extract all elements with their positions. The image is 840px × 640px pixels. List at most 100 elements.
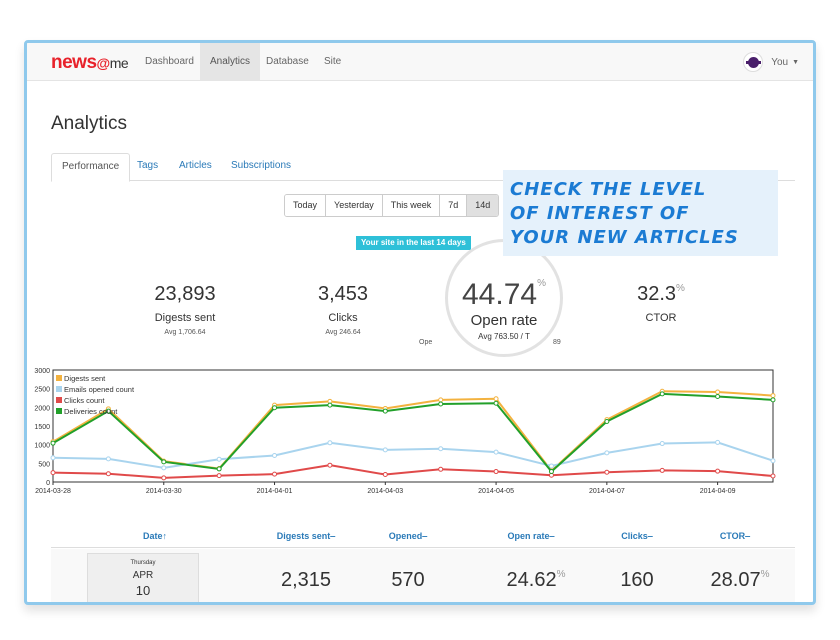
data-point [493, 396, 499, 402]
sort-neutral-icon: ‒ [330, 531, 336, 541]
data-point [272, 405, 278, 411]
sort-neutral-icon: ‒ [745, 531, 751, 541]
nav-site[interactable]: Site [314, 43, 351, 81]
user-name: You [771, 56, 789, 68]
range-yesterday-button[interactable]: Yesterday [326, 195, 383, 216]
x-tick-label: 2014-04-09 [700, 488, 736, 495]
nav-database[interactable]: Database [256, 43, 319, 81]
y-tick-label: 1000 [34, 443, 50, 450]
row-day: Thursday [130, 560, 156, 566]
callout-line-1: Check the level [510, 179, 707, 200]
data-point [382, 408, 388, 414]
table-row: Thursday APR 10 2,315 570 24.62% 160 28.… [51, 549, 795, 602]
th-digests-label: Digests sent [276, 531, 331, 541]
data-point [438, 466, 444, 472]
data-point [770, 473, 776, 479]
th-ctor[interactable]: CTOR‒ [705, 531, 765, 541]
feature-callout: Check the level of interest of your new … [503, 170, 778, 256]
th-date-label: Date [142, 531, 163, 541]
tab-articles[interactable]: Articles [169, 153, 222, 181]
legend-swatch [56, 386, 62, 392]
user-menu[interactable]: You ▼ [743, 51, 799, 73]
row-ctor-wrap: 28.07% [695, 569, 785, 592]
tab-tags[interactable]: Tags [127, 153, 168, 181]
th-clicks[interactable]: Clicks‒ [607, 531, 667, 541]
data-point [770, 393, 776, 399]
data-point [105, 456, 111, 462]
data-point [604, 419, 610, 425]
x-tick-label: 2014-03-30 [146, 488, 182, 495]
range-this-week-button[interactable]: This week [382, 195, 441, 216]
data-point [659, 467, 665, 473]
th-open-rate-label: Open rate [507, 531, 550, 541]
data-point [272, 471, 278, 477]
top-navbar: news@me Dashboard Analytics Database Sit… [27, 43, 813, 81]
sort-up-icon: ↑ [162, 531, 168, 541]
kpi-open-sub-left: Ope [419, 339, 433, 346]
data-point [493, 469, 499, 475]
data-point [216, 456, 222, 462]
row-month: APR [132, 570, 154, 581]
y-tick-label: 0 [46, 480, 50, 487]
y-tick-label: 3000 [34, 368, 50, 375]
row-open-rate: 24.62 [506, 569, 557, 591]
page-title: Analytics [51, 113, 128, 134]
x-tick-label: 2014-04-05 [478, 488, 514, 495]
sort-neutral-icon: ‒ [647, 531, 653, 541]
tab-subscriptions[interactable]: Subscriptions [221, 153, 301, 181]
performance-chart: 0 500 1000 1500 2000 2500 3000 2014-03-28 2014-0… [34, 368, 776, 495]
row-date: 10 [135, 583, 151, 598]
kpi-digests-avg: Avg 1,706.64 [164, 329, 206, 336]
table-header: Date↑ Digests sent‒ Opened‒ Open rate‒ C… [51, 528, 795, 548]
x-tick-label: 2014-04-03 [367, 488, 403, 495]
data-point [715, 468, 721, 474]
nav-dashboard[interactable]: Dashboard [135, 43, 204, 81]
data-point [659, 391, 665, 397]
logo-me: me [109, 55, 129, 71]
data-point [493, 400, 499, 406]
th-open-rate[interactable]: Open rate‒ [491, 531, 571, 541]
data-point [216, 473, 222, 479]
range-7d-button[interactable]: 7d [440, 195, 468, 216]
th-date[interactable]: Date↑ [125, 531, 185, 541]
data-point [438, 401, 444, 407]
period-badge: Your site in the last 14 days [356, 236, 471, 250]
data-point [327, 440, 333, 446]
range-today-button[interactable]: Today [285, 195, 327, 216]
data-point [105, 471, 111, 477]
data-point [161, 465, 167, 471]
tab-performance[interactable]: Performance [51, 153, 131, 182]
row-open-rate-unit: % [556, 569, 566, 580]
data-point [438, 446, 444, 452]
range-14d-button[interactable]: 14d [467, 195, 499, 216]
kpi-digests-value: 23,893 [154, 283, 216, 305]
data-point [438, 397, 444, 403]
kpi-open-rate-label: Open rate [470, 312, 538, 329]
data-point [327, 462, 333, 468]
date-range-selector: Today Yesterday This week 7d 14d [284, 194, 500, 217]
kpi-open-rate-value-wrap: 44.74% [448, 278, 560, 312]
row-clicks: 160 [620, 569, 654, 591]
data-point [216, 466, 222, 472]
kpi-open-rate-avg: Avg 763.50 / T [478, 332, 530, 341]
legend-swatch [56, 408, 62, 414]
data-point [161, 459, 167, 465]
kpi-ctor-unit: % [676, 283, 685, 294]
callout-line-3: your new articles [510, 227, 739, 248]
app-window: news@me Dashboard Analytics Database Sit… [24, 40, 816, 605]
th-opened[interactable]: Opened‒ [373, 531, 443, 541]
th-opened-label: Opened [388, 531, 423, 541]
nav-analytics[interactable]: Analytics [200, 43, 261, 81]
th-digests-sent[interactable]: Digests sent‒ [251, 531, 361, 541]
kpi-ctor-value-wrap: 32.3% [601, 283, 721, 306]
logo-news: news [51, 52, 97, 73]
row-digests-sent: 2,315 [280, 569, 332, 591]
data-point [715, 439, 721, 445]
avatar [743, 52, 764, 72]
data-point [659, 441, 665, 447]
plot-area [52, 369, 774, 483]
legend-label: Digests sent [64, 374, 106, 383]
brand-logo[interactable]: news@me [51, 52, 129, 74]
data-point [770, 397, 776, 403]
data-point [50, 470, 56, 476]
